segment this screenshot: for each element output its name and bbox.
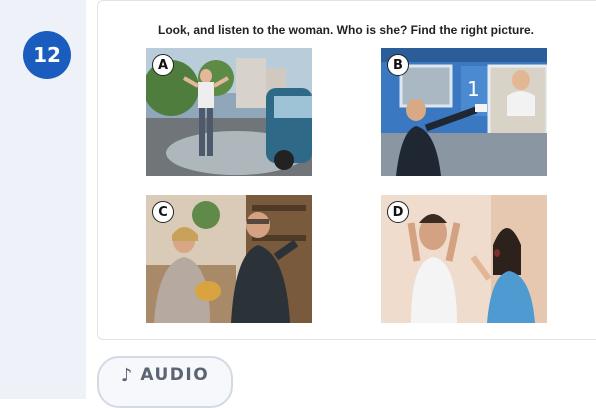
audio-button[interactable]: ♪ AUDIO: [97, 356, 233, 408]
question-instruction: Look, and listen to the woman. Who is sh…: [157, 23, 534, 37]
picture-option-a[interactable]: A: [146, 48, 312, 176]
picture-letter: A: [152, 54, 174, 76]
question-number-badge: 12: [23, 31, 71, 79]
picture-letter: D: [387, 201, 409, 223]
picture-letter: C: [152, 201, 174, 223]
picture-letter: B: [387, 54, 409, 76]
music-note-icon: ♪: [120, 364, 133, 386]
question-number: 12: [33, 43, 61, 67]
picture-option-d[interactable]: D: [381, 195, 547, 323]
svg-text:1: 1: [467, 77, 480, 101]
picture-option-c[interactable]: C: [146, 195, 312, 323]
audio-button-label: AUDIO: [140, 365, 210, 385]
question-card: Look, and listen to the woman. Who is sh…: [97, 0, 596, 340]
picture-option-b[interactable]: 1 B: [381, 48, 547, 176]
question-rail: 12: [0, 0, 86, 399]
